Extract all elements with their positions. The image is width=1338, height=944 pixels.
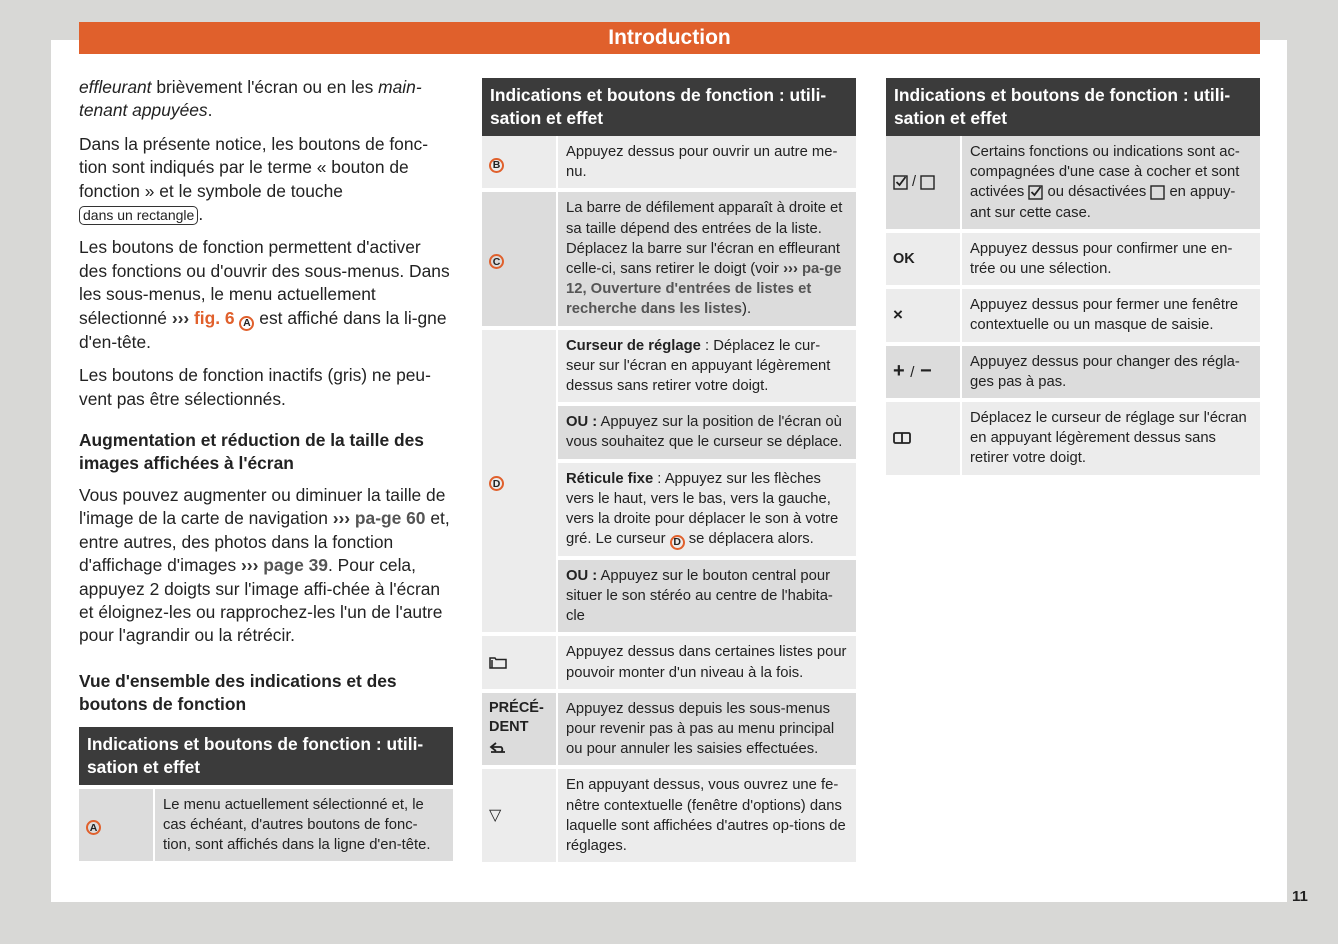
column-1: effleurant brièvement l'écran ou en les … bbox=[79, 76, 453, 865]
checkbox-checked-icon bbox=[1028, 185, 1044, 200]
row-description: Le menu actuellement sélectionné et, le … bbox=[153, 788, 453, 862]
column-3: Indications et boutons de fonction : uti… bbox=[886, 78, 1260, 479]
paragraph: Les boutons de fonction permettent d'act… bbox=[79, 236, 453, 354]
table-row: ▽ En appuyant dessus, vous ouvrez une fe… bbox=[482, 769, 856, 863]
term: OU : bbox=[566, 567, 598, 584]
row-description: Appuyez dessus pour ouvrir un autre me-n… bbox=[556, 136, 856, 189]
sub-item: Curseur de réglage : Déplacez le cur-seu… bbox=[558, 329, 856, 403]
text: . bbox=[207, 100, 213, 121]
back-button-label: PRÉCÉ-DENT bbox=[489, 699, 544, 735]
separator: / bbox=[910, 363, 915, 381]
row-description: En appuyant dessus, vous ouvrez une fe-n… bbox=[556, 769, 856, 863]
table-row: × Appuyez dessus pour fermer une fenêtre… bbox=[886, 289, 1260, 342]
row-description: Curseur de réglage : Déplacez le cur-seu… bbox=[556, 329, 856, 633]
cross-reference-arrow-icon: ››› bbox=[171, 307, 190, 328]
page-link[interactable]: pa-ge 60 bbox=[350, 508, 426, 528]
table-row: C La barre de défilement apparaît à droi… bbox=[482, 192, 856, 326]
page-link[interactable]: page 39 bbox=[258, 555, 328, 575]
marker-b: B bbox=[489, 157, 504, 173]
sub-item: OU : Appuyez sur le bouton central pour … bbox=[558, 559, 856, 633]
cross-reference-arrow-icon: ››› bbox=[240, 555, 259, 576]
checkbox-empty-icon bbox=[1150, 185, 1166, 200]
row-description: Appuyez dessus pour fermer une fenêtre c… bbox=[960, 289, 1260, 342]
paragraph: Vous pouvez augmenter ou diminuer la tai… bbox=[79, 484, 453, 648]
checkbox-empty-icon bbox=[920, 175, 935, 190]
text: ou désactivées bbox=[1043, 184, 1151, 201]
marker-d: D bbox=[489, 476, 504, 492]
table-title: Indications et boutons de fonction : uti… bbox=[79, 726, 453, 785]
cross-reference-arrow-icon: ››› bbox=[332, 508, 351, 529]
row-description: Appuyez dessus pour changer des régla-ge… bbox=[960, 345, 1260, 399]
marker-c: C bbox=[489, 254, 504, 270]
column-2: Indications et boutons de fonction : uti… bbox=[482, 78, 856, 866]
term: Réticule fixe bbox=[566, 470, 654, 487]
table-title: Indications et boutons de fonction : uti… bbox=[482, 78, 856, 136]
close-icon: × bbox=[893, 305, 903, 325]
section-header: Introduction bbox=[79, 22, 1260, 54]
slider-cursor-icon bbox=[893, 432, 911, 445]
text: Appuyez sur le bouton central pour situe… bbox=[566, 567, 833, 625]
table-row: / Certains fonctions ou indications sont… bbox=[886, 136, 1260, 229]
section-heading: Vue d'ensemble des indications et des bo… bbox=[79, 670, 397, 715]
function-table: Indications et boutons de fonction : uti… bbox=[79, 726, 453, 866]
term: Curseur de réglage bbox=[566, 337, 701, 354]
figure-link[interactable]: fig. 6 bbox=[189, 308, 235, 328]
options-triangle-icon: ▽ bbox=[489, 806, 502, 824]
cross-reference-arrow-icon: ››› bbox=[783, 261, 798, 278]
emphasis: effleurant bbox=[79, 77, 152, 97]
row-description: Appuyez dessus depuis les sous-menus pou… bbox=[556, 692, 856, 766]
section-heading: Augmentation et réduction de la taille d… bbox=[79, 430, 424, 474]
marker-a: A bbox=[239, 315, 255, 331]
row-description: Appuyez dessus dans certaines listes pou… bbox=[556, 636, 856, 689]
marker-d: D bbox=[669, 534, 685, 550]
back-arrow-icon bbox=[489, 741, 505, 753]
row-description: Déplacez le curseur de réglage sur l'écr… bbox=[960, 402, 1260, 475]
row-description: La barre de défilement apparaît à droite… bbox=[556, 192, 856, 326]
checkbox-checked-icon bbox=[893, 175, 908, 190]
text: ). bbox=[742, 301, 752, 318]
minus-icon: − bbox=[919, 359, 932, 382]
table-row: + / − Appuyez dessus pour changer des ré… bbox=[886, 345, 1260, 399]
paragraph: effleurant brièvement l'écran ou en les … bbox=[79, 76, 453, 123]
table-row: A Le menu actuellement sélectionné et, l… bbox=[79, 788, 453, 862]
sub-item: OU : Appuyez sur la position de l'écran … bbox=[558, 406, 856, 459]
table-row: Déplacez le curseur de réglage sur l'écr… bbox=[886, 402, 1260, 475]
text: se déplacera alors. bbox=[684, 531, 814, 548]
table-row: PRÉCÉ-DENT Appuyez dessus depuis les sou… bbox=[482, 692, 856, 766]
folder-up-icon bbox=[489, 657, 507, 669]
key-symbol-box: dans un rectangle bbox=[79, 206, 199, 226]
ok-button-label: OK bbox=[893, 250, 915, 267]
table-row: D Curseur de réglage : Déplacez le cur-s… bbox=[482, 329, 856, 633]
paragraph: Dans la présente notice, les boutons de … bbox=[79, 133, 453, 227]
text: Appuyez sur la position de l'écran où vo… bbox=[566, 414, 843, 451]
marker-a: A bbox=[86, 820, 101, 836]
text: brièvement l'écran ou en les bbox=[151, 77, 379, 97]
separator: / bbox=[912, 174, 917, 191]
row-description: Appuyez dessus pour confirmer une en-tré… bbox=[960, 232, 1260, 286]
term: OU : bbox=[566, 414, 598, 431]
table-title: Indications et boutons de fonction : uti… bbox=[886, 78, 1260, 136]
plus-icon: + bbox=[893, 359, 905, 382]
table-row: OK Appuyez dessus pour confirmer une en-… bbox=[886, 232, 1260, 286]
text: Dans la présente notice, les boutons de … bbox=[79, 133, 428, 201]
table-row: Appuyez dessus dans certaines listes pou… bbox=[482, 636, 856, 689]
page-number: 11 bbox=[1292, 888, 1308, 905]
table-row: B Appuyez dessus pour ouvrir un autre me… bbox=[482, 136, 856, 189]
paragraph: Les boutons de fonction inactifs (gris) … bbox=[79, 365, 431, 409]
text: . bbox=[198, 204, 204, 225]
sub-item: Réticule fixe : Appuyez sur les flèches … bbox=[558, 462, 856, 556]
row-description: Certains fonctions ou indications sont a… bbox=[960, 136, 1260, 229]
